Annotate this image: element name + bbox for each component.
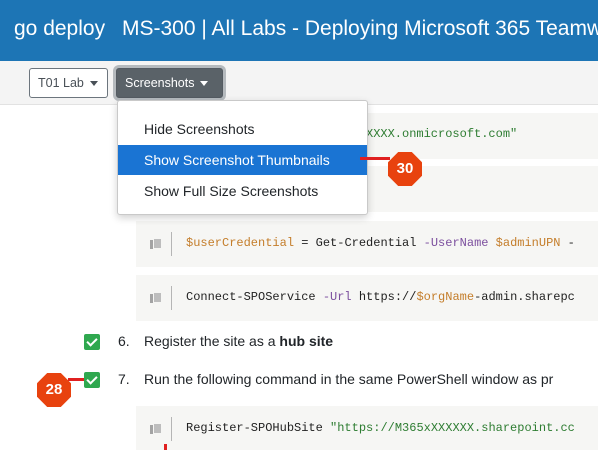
code-command: Connect-SPOService bbox=[186, 290, 323, 304]
screenshots-dropdown-button[interactable]: Screenshots bbox=[116, 68, 223, 98]
step-text: Register the site as a bbox=[144, 333, 280, 349]
annotation-pointer bbox=[164, 444, 167, 450]
code-text: = Get-Credential bbox=[294, 236, 424, 250]
brand-logo[interactable]: go deploy bbox=[14, 17, 105, 41]
step-checkbox[interactable] bbox=[84, 334, 100, 350]
step-item: 6. Register the site as a hub site bbox=[118, 333, 333, 349]
step-item: 7. Run the following command in the same … bbox=[118, 371, 553, 387]
copy-icon[interactable] bbox=[150, 292, 162, 303]
app-header: go deploy MS-300 | All Labs - Deploying … bbox=[0, 0, 598, 61]
chevron-down-icon bbox=[89, 80, 98, 86]
copy-icon[interactable] bbox=[150, 238, 162, 249]
code-divider bbox=[171, 232, 172, 256]
chevron-down-icon bbox=[200, 80, 209, 86]
lab-select-button[interactable]: T01 Lab bbox=[29, 68, 108, 98]
code-parameter: -UserName bbox=[423, 236, 496, 250]
code-variable: $orgName bbox=[416, 290, 475, 304]
code-block: Register-SPOHubSite "https://M365xXXXXXX… bbox=[136, 406, 598, 450]
code-text: -admin.sharepc bbox=[474, 290, 575, 304]
code-variable: $adminUPN bbox=[495, 236, 561, 250]
code-block: Connect-SPOService -Url https://$orgName… bbox=[136, 275, 598, 321]
code-variable: $userCredential bbox=[186, 236, 295, 250]
code-parameter: -Url bbox=[322, 290, 359, 304]
screenshots-dropdown-menu: Hide Screenshots Show Screenshot Thumbna… bbox=[117, 100, 368, 215]
step-text: Run the following command in the same Po… bbox=[144, 371, 554, 387]
menu-item-show-full-size[interactable]: Show Full Size Screenshots bbox=[118, 176, 367, 206]
lab-select-label: T01 Lab bbox=[38, 76, 84, 90]
code-text: https:// bbox=[358, 290, 417, 304]
code-line: Register-SPOHubSite "https://M365xXXXXXX… bbox=[186, 421, 575, 435]
copy-icon[interactable] bbox=[150, 423, 162, 434]
menu-item-hide-screenshots[interactable]: Hide Screenshots bbox=[118, 114, 367, 144]
toolbar: T01 Lab Screenshots bbox=[0, 61, 598, 105]
code-text: - bbox=[560, 236, 575, 250]
code-text: XXXX.onmicrosoft.com" bbox=[366, 127, 518, 141]
annotation-pointer bbox=[68, 378, 84, 381]
menu-item-show-thumbnails[interactable]: Show Screenshot Thumbnails bbox=[118, 145, 367, 175]
step-number: 6. bbox=[118, 333, 130, 349]
code-command: Register-SPOHubSite bbox=[186, 421, 331, 435]
screenshots-button-label: Screenshots bbox=[125, 76, 195, 90]
step-number: 7. bbox=[118, 371, 130, 387]
code-string: "https://M365xXXXXXX.sharepoint.cc bbox=[330, 421, 575, 435]
step-checkbox[interactable] bbox=[84, 372, 100, 388]
step-bold-text: hub site bbox=[279, 333, 334, 349]
code-block: $userCredential = Get-Credential -UserNa… bbox=[136, 221, 598, 267]
code-line: $userCredential = Get-Credential -UserNa… bbox=[186, 236, 575, 250]
annotation-badge-28: 28 bbox=[37, 373, 71, 407]
code-line: Connect-SPOService -Url https://$orgName… bbox=[186, 290, 575, 304]
page-title: MS-300 | All Labs - Deploying Microsoft … bbox=[122, 17, 598, 40]
annotation-badge-30: 30 bbox=[388, 152, 422, 186]
annotation-pointer bbox=[360, 157, 390, 160]
code-divider bbox=[171, 286, 172, 310]
code-divider bbox=[171, 417, 172, 441]
